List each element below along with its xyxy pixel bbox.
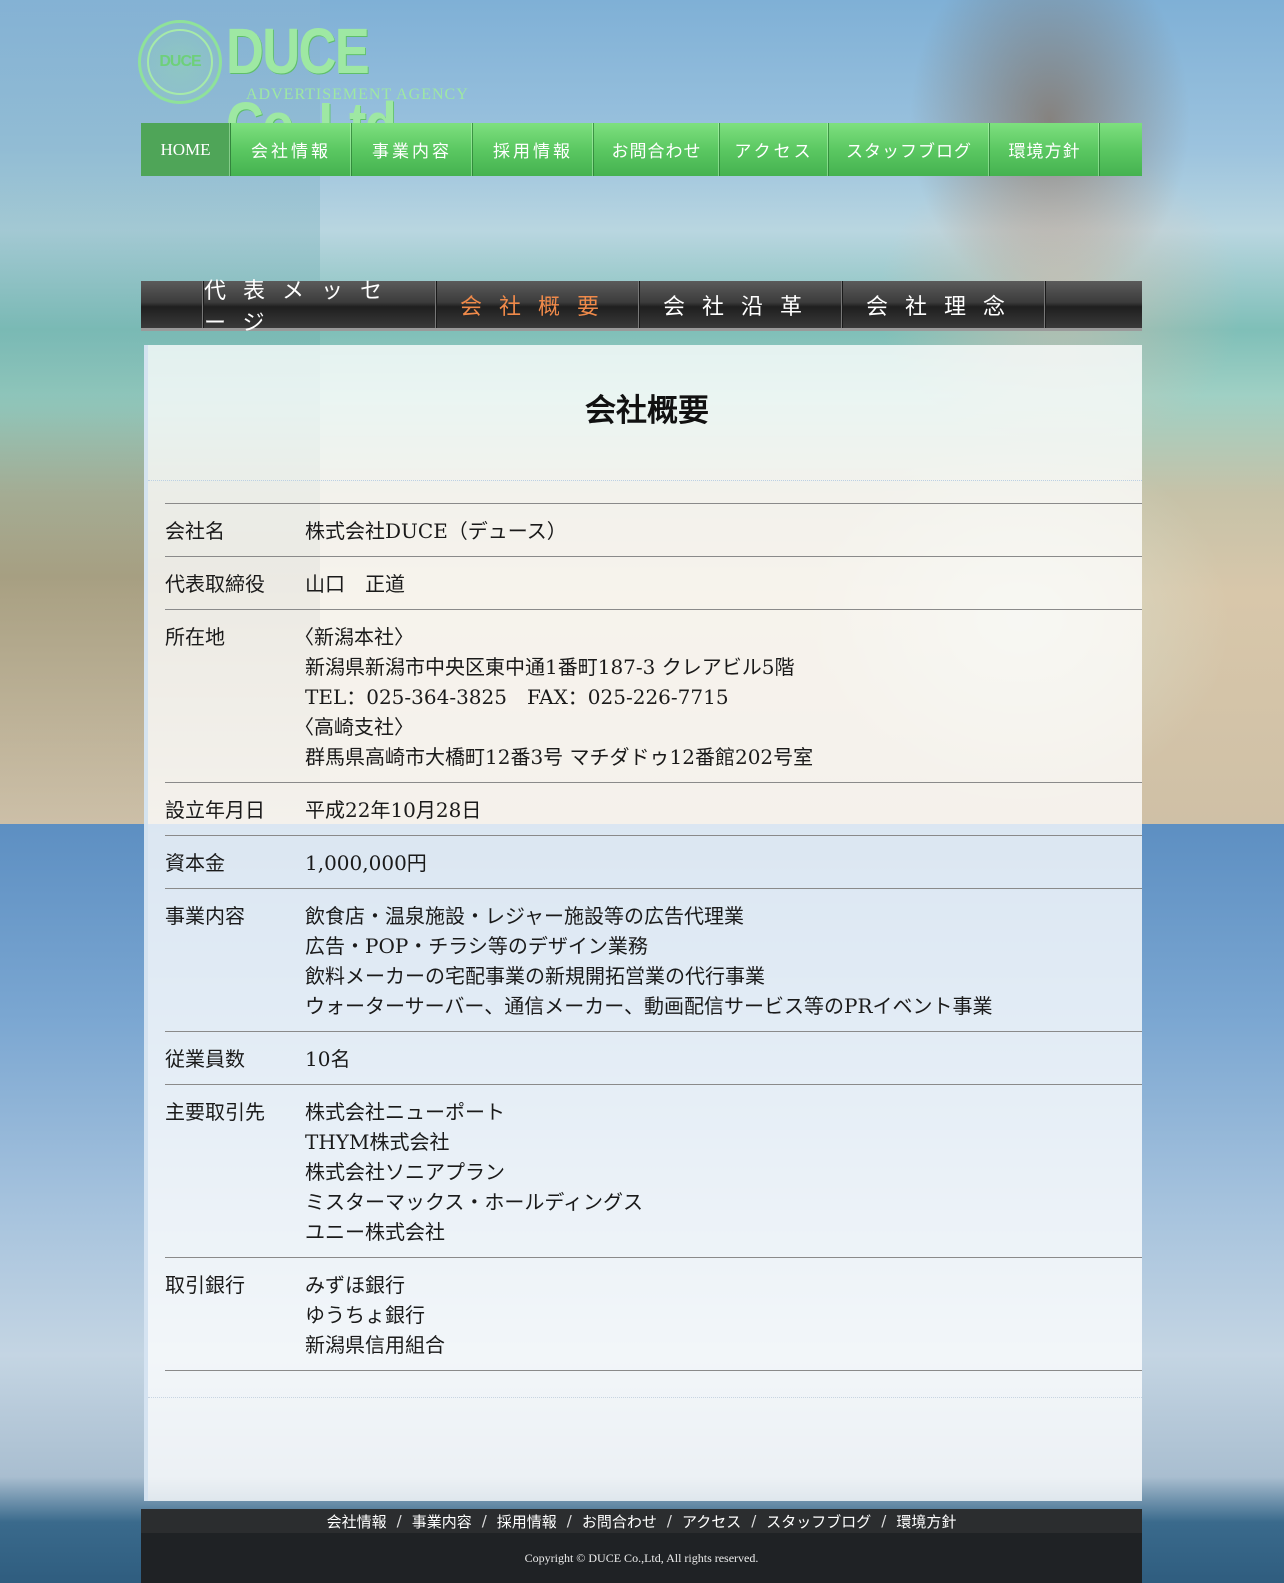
info-value: 山口 正道 [305,569,1142,599]
info-value: 10名 [305,1044,1142,1074]
info-row-founded: 設立年月日 平成22年10月28日 [165,782,1142,835]
copyright-text: Copyright © DUCE Co.,Ltd, All rights res… [141,1533,1142,1583]
info-row-address: 所在地 〈新潟本社〉 新潟県新潟市中央区東中通1番町187-3 クレアビル5階 … [165,609,1142,782]
nav-contact[interactable]: お問合わせ [594,123,720,176]
info-row-business: 事業内容 飲食店・温泉施設・レジャー施設等の広告代理業 広告・POP・チラシ等の… [165,888,1142,1031]
info-value-line: ウォーターサーバー、通信メーカー、動画配信サービス等のPRイベント事業 [305,994,993,1018]
footer-link-access[interactable]: アクセス [682,1511,741,1532]
nav-environment[interactable]: 環境方針 [990,123,1100,176]
footer-separator: / [396,1512,402,1530]
nav-business[interactable]: 事業内容 [352,123,473,176]
info-value-line: 〈高崎支社〉 [294,715,414,739]
info-value-line: 群馬県高崎市大橋町12番3号 マチダドゥ12番館202号室 [305,745,814,769]
footer-link-business[interactable]: 事業内容 [412,1511,472,1532]
info-value-line: ミスターマックス・ホールディングス [305,1190,643,1214]
info-value-line: みずほ銀行 [305,1273,405,1297]
info-value: 株式会社ニューポート THYM株式会社 株式会社ソニアプラン ミスターマックス・… [305,1097,1142,1247]
company-sub-nav: 代表メッセージ 会社概要 会社沿革 会社理念 [141,279,1142,336]
footer-link-contact[interactable]: お問合わせ [582,1511,657,1532]
info-value-line: 広告・POP・チラシ等のデザイン業務 [305,934,648,958]
info-row-clients: 主要取引先 株式会社ニューポート THYM株式会社 株式会社ソニアプラン ミスタ… [165,1084,1142,1257]
info-label: 資本金 [165,851,225,875]
info-value-line: 新潟県信用組合 [305,1333,445,1357]
info-value-line: 新潟県新潟市中央区東中通1番町187-3 クレアビル5階 [305,655,795,679]
info-value-line: 山口 正道 [305,572,405,596]
content-panel: 会社概要 会社名 株式会社DUCE（デュース） 代表取締役 山口 正道 所在地 … [144,345,1142,1501]
info-row-representative: 代表取締役 山口 正道 [165,556,1142,609]
info-value: 株式会社DUCE（デュース） [305,516,1142,546]
info-value-line: ゆうちょ銀行 [305,1303,425,1327]
footer-separator: / [881,1512,887,1530]
footer-link-environment[interactable]: 環境方針 [896,1511,956,1532]
info-value-line: 株式会社DUCE（デュース） [305,519,567,543]
subnav-overview[interactable]: 会社概要 [437,281,640,328]
info-label: 代表取締役 [165,572,265,596]
subnav-message[interactable]: 代表メッセージ [204,279,437,336]
global-nav: HOME 会社情報 事業内容 採用情報 お問合わせ アクセス スタッフブログ 環… [141,123,1142,176]
info-value-line: THYM株式会社 [305,1130,450,1154]
nav-access[interactable]: アクセス [720,123,829,176]
info-value-line: 株式会社ニューポート [305,1100,505,1124]
logo-emblem-text: DUCE [147,29,213,95]
nav-company-info[interactable]: 会社情報 [231,123,352,176]
info-value-line: 平成22年10月28日 [305,798,482,822]
info-label: 設立年月日 [165,798,265,822]
nav-staff-blog[interactable]: スタッフブログ [829,123,990,176]
page-title: 会社概要 [585,393,709,429]
info-value: 1,000,000円 [305,848,1142,878]
info-value-line: TEL：025-364-3825 FAX：025-226-7715 [305,685,729,709]
info-row-employees: 従業員数 10名 [165,1031,1142,1084]
info-value: 〈新潟本社〉 新潟県新潟市中央区東中通1番町187-3 クレアビル5階 TEL：… [294,622,1142,772]
info-value-line: 飲食店・温泉施設・レジャー施設等の広告代理業 [305,904,744,928]
info-label: 従業員数 [165,1047,245,1071]
footer-separator: / [481,1512,487,1530]
info-value: みずほ銀行 ゆうちょ銀行 新潟県信用組合 [305,1270,1142,1360]
title-divider [148,480,1142,481]
logo-emblem-icon: DUCE [138,20,222,104]
footer-nav: 会社情報 / 事業内容 / 採用情報 / お問合わせ / アクセス / スタッフ… [141,1509,1142,1533]
site-logo[interactable]: DUCE DUCE Co.,Ltd. ADVERTISEMENT AGENCY [138,15,488,161]
nav-recruit[interactable]: 採用情報 [473,123,594,176]
info-value: 平成22年10月28日 [305,795,1142,825]
footer-link-recruit[interactable]: 採用情報 [497,1511,557,1532]
info-label: 取引銀行 [165,1273,245,1297]
info-row-capital: 資本金 1,000,000円 [165,835,1142,888]
info-value: 飲食店・温泉施設・レジャー施設等の広告代理業 広告・POP・チラシ等のデザイン業… [305,901,1142,1021]
info-row-company-name: 会社名 株式会社DUCE（デュース） [165,503,1142,556]
content-end-divider [148,1397,1142,1398]
info-value-line: 〈新潟本社〉 [294,625,414,649]
info-value-line: 飲料メーカーの宅配事業の新規開拓営業の代行事業 [305,964,765,988]
subnav-history[interactable]: 会社沿革 [640,281,843,328]
logo-tagline: ADVERTISEMENT AGENCY [246,86,469,103]
info-label: 主要取引先 [165,1100,265,1124]
footer-link-company-info[interactable]: 会社情報 [327,1511,387,1532]
footer-separator: / [666,1512,672,1530]
nav-home[interactable]: HOME [141,123,231,176]
info-label: 所在地 [165,625,225,649]
info-value-line: 株式会社ソニアプラン [305,1160,505,1184]
subnav-philosophy[interactable]: 会社理念 [843,281,1046,328]
company-info-table: 会社名 株式会社DUCE（デュース） 代表取締役 山口 正道 所在地 〈新潟本社… [165,503,1142,1371]
info-value-line: 1,000,000円 [305,851,427,875]
footer-link-staff-blog[interactable]: スタッフブログ [766,1511,871,1532]
sub-nav-spacer [141,281,204,328]
info-value-line: ユニー株式会社 [305,1220,445,1244]
info-label: 会社名 [165,519,225,543]
footer-separator: / [751,1512,757,1530]
footer-separator: / [566,1512,572,1530]
info-value-line: 10名 [305,1047,351,1071]
info-row-banks: 取引銀行 みずほ銀行 ゆうちょ銀行 新潟県信用組合 [165,1257,1142,1371]
info-label: 事業内容 [165,904,245,928]
